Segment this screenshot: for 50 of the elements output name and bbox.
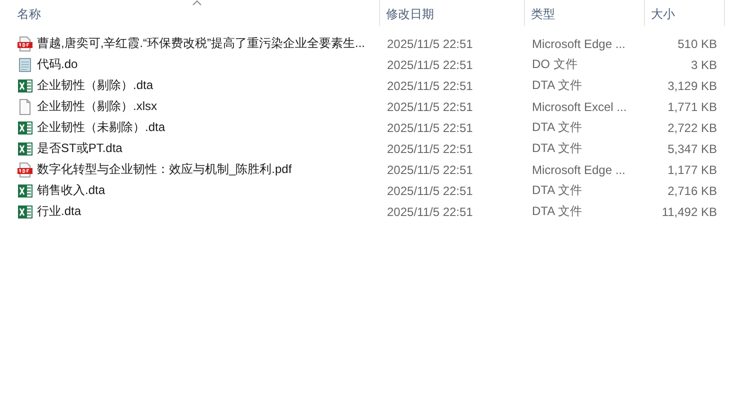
- file-name[interactable]: 是否ST或PT.dta: [37, 140, 122, 157]
- file-size: 5,347 KB: [668, 142, 717, 156]
- file-name[interactable]: 曹越,唐奕可,辛红霞.“环保费改税”提高了重污染企业全要素生...: [37, 35, 365, 52]
- pdf-file-icon: [17, 36, 33, 52]
- column-header[interactable]: 类型: [525, 0, 645, 26]
- file-type: DTA 文件: [532, 140, 582, 157]
- file-type: Microsoft Edge ...: [532, 162, 626, 176]
- file-size: 3 KB: [690, 58, 717, 72]
- blank-file-icon: [17, 98, 33, 114]
- file-type: Microsoft Edge ...: [532, 36, 626, 50]
- column-header[interactable]: 修改日期: [380, 0, 525, 26]
- file-name[interactable]: 销售收入.dta: [37, 182, 106, 199]
- spreadsheet-icon: [17, 182, 33, 198]
- modified-date: 2025/11/5 22:51: [387, 36, 473, 50]
- modified-date: 2025/11/5 22:51: [387, 162, 473, 176]
- column-header[interactable]: 大小: [645, 0, 725, 26]
- file-type: DTA 文件: [532, 119, 582, 136]
- spreadsheet-icon: [17, 120, 33, 136]
- file-type: Microsoft Excel ...: [532, 100, 627, 114]
- modified-date: 2025/11/5 22:51: [387, 58, 473, 72]
- file-size: 2,722 KB: [668, 120, 717, 134]
- file-type: DTA 文件: [532, 77, 582, 94]
- modified-date: 2025/11/5 22:51: [387, 204, 473, 218]
- notepad-icon: [17, 56, 33, 72]
- modified-date: 2025/11/5 22:51: [387, 78, 473, 92]
- pdf-file-icon: [17, 162, 33, 178]
- spreadsheet-icon: [17, 78, 33, 94]
- file-name[interactable]: 数字化转型与企业韧性：效应与机制_陈胜利.pdf: [37, 161, 292, 178]
- file-type: DTA 文件: [532, 182, 582, 199]
- file-size: 1,177 KB: [668, 162, 717, 176]
- modified-date: 2025/11/5 22:51: [387, 100, 473, 114]
- modified-date: 2025/11/5 22:51: [387, 142, 473, 156]
- sort-ascending-icon: [192, 0, 202, 6]
- spreadsheet-icon: [17, 204, 33, 220]
- file-type: DO 文件: [532, 56, 578, 73]
- spreadsheet-icon: [17, 140, 33, 156]
- file-name[interactable]: 行业.dta: [37, 203, 82, 220]
- file-size: 3,129 KB: [668, 78, 717, 92]
- file-size: 510 KB: [678, 36, 717, 50]
- file-name[interactable]: 代码.do: [37, 56, 78, 73]
- file-size: 2,716 KB: [668, 184, 717, 198]
- file-type: DTA 文件: [532, 203, 582, 220]
- modified-date: 2025/11/5 22:51: [387, 184, 473, 198]
- column-header[interactable]: 名称: [0, 0, 380, 26]
- file-size: 1,771 KB: [668, 100, 717, 114]
- file-name[interactable]: 企业韧性（剔除）.dta: [37, 77, 154, 94]
- file-name[interactable]: 企业韧性（剔除）.xlsx: [37, 98, 157, 115]
- file-size: 11,492 KB: [662, 204, 717, 218]
- file-name[interactable]: 企业韧性（未剔除）.dta: [37, 119, 166, 136]
- modified-date: 2025/11/5 22:51: [387, 120, 473, 134]
